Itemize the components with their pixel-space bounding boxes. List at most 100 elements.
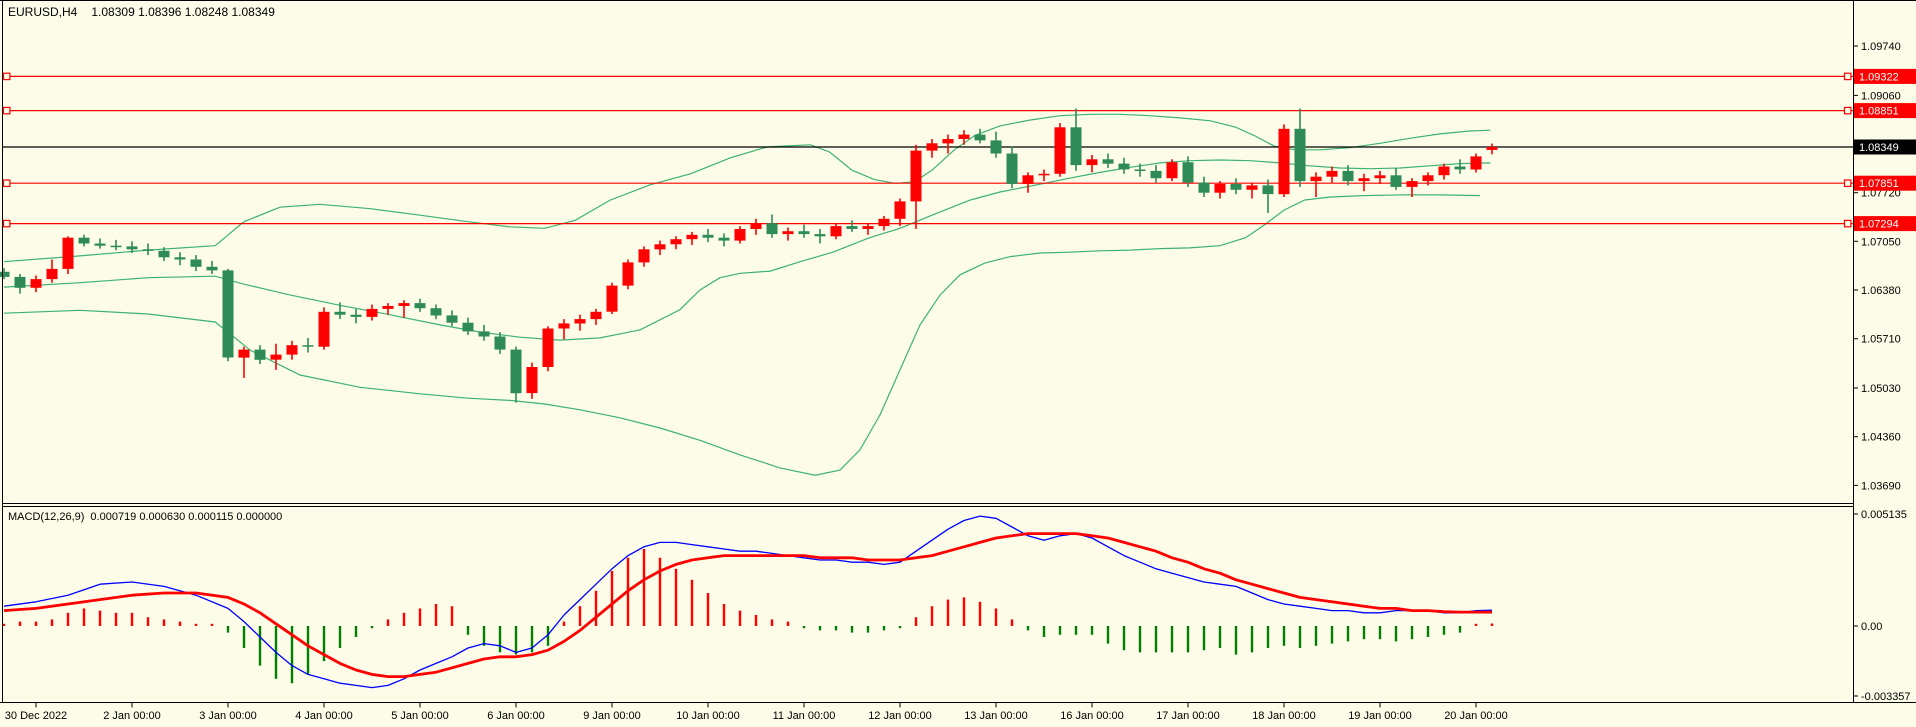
current-price-badge-text: 1.08349 bbox=[1859, 142, 1899, 154]
macd-axis[interactable]: 0.005135 0.00 -0.003357 bbox=[1853, 509, 1911, 703]
time-axis-label: 18 Jan 00:00 bbox=[1252, 710, 1316, 722]
candle-body bbox=[1007, 154, 1018, 185]
line-handle-marker[interactable] bbox=[4, 180, 10, 186]
price-axis-tick-label: 1.06380 bbox=[1861, 285, 1901, 297]
candle-body bbox=[847, 226, 858, 229]
candle-body bbox=[511, 350, 522, 394]
candle-body bbox=[1327, 171, 1338, 177]
candle-body bbox=[1103, 159, 1114, 163]
candle-body bbox=[127, 246, 138, 249]
candle-body bbox=[911, 151, 922, 202]
candle-body bbox=[1231, 184, 1242, 190]
price-axis-tick-label: 1.03690 bbox=[1861, 480, 1901, 492]
chart-canvas: 1.097401.090601.077201.070501.063801.057… bbox=[0, 0, 1916, 727]
candle-body bbox=[1071, 127, 1082, 165]
line-handle-marker[interactable] bbox=[1845, 180, 1851, 186]
macd-axis-tick-label: 0.00 bbox=[1861, 621, 1882, 633]
candle-body bbox=[1487, 147, 1498, 150]
candle-body bbox=[575, 319, 586, 323]
candle-body bbox=[383, 306, 394, 309]
candle-body bbox=[1183, 162, 1194, 182]
candle-body bbox=[543, 329, 554, 368]
candle-body bbox=[239, 350, 250, 358]
candle-body bbox=[143, 249, 154, 251]
price-axis-tick-label: 1.05030 bbox=[1861, 383, 1901, 395]
candle-body bbox=[1023, 175, 1034, 184]
candle-body bbox=[943, 139, 954, 143]
time-axis-label: 5 Jan 00:00 bbox=[391, 710, 449, 722]
line-handle-marker[interactable] bbox=[1845, 220, 1851, 226]
candle-body bbox=[335, 312, 346, 315]
candle-body bbox=[79, 238, 90, 244]
price-axis-tick-label: 1.05710 bbox=[1861, 334, 1901, 346]
time-axis-label: 6 Jan 00:00 bbox=[487, 710, 545, 722]
candle-body bbox=[255, 350, 266, 360]
time-axis-label: 17 Jan 00:00 bbox=[1156, 710, 1220, 722]
candle-body bbox=[1423, 175, 1434, 181]
candle-body bbox=[1471, 156, 1482, 169]
candle-body bbox=[399, 303, 410, 306]
candle-body bbox=[831, 226, 842, 236]
time-axis-label: 9 Jan 00:00 bbox=[583, 710, 641, 722]
macd-axis-tick-label: 0.005135 bbox=[1861, 509, 1907, 521]
candle-body bbox=[1087, 159, 1098, 165]
candle-body bbox=[223, 270, 234, 357]
time-axis[interactable]: 30 Dec 20222 Jan 00:003 Jan 00:004 Jan 0… bbox=[5, 703, 1508, 723]
candle-body bbox=[159, 251, 170, 257]
candle-body bbox=[351, 315, 362, 317]
line-price-badge-text: 1.07294 bbox=[1859, 219, 1899, 231]
candle-body bbox=[1167, 162, 1178, 178]
line-handle-marker[interactable] bbox=[4, 73, 10, 79]
time-axis-label: 11 Jan 00:00 bbox=[773, 710, 836, 722]
line-price-badge-text: 1.08851 bbox=[1859, 106, 1899, 118]
candle-body bbox=[1151, 171, 1162, 178]
candle-body bbox=[47, 269, 58, 279]
candle-body bbox=[1407, 181, 1418, 187]
candle-body bbox=[1359, 178, 1370, 181]
candle-body bbox=[799, 231, 810, 234]
candle-body bbox=[767, 223, 778, 234]
line-handle-marker[interactable] bbox=[1845, 107, 1851, 113]
candle-body bbox=[1263, 185, 1274, 194]
candle-body bbox=[1343, 171, 1354, 181]
candle-body bbox=[927, 143, 938, 150]
line-handle-marker[interactable] bbox=[4, 107, 10, 113]
time-axis-label: 13 Jan 00:00 bbox=[964, 710, 1028, 722]
candle-body bbox=[815, 234, 826, 236]
candle-body bbox=[191, 260, 202, 267]
price-axis-tick-label: 1.04360 bbox=[1861, 432, 1901, 444]
candle-body bbox=[527, 367, 538, 393]
candle-body bbox=[687, 235, 698, 239]
candle-body bbox=[607, 286, 618, 312]
candle-body bbox=[991, 140, 1002, 153]
time-axis-label: 30 Dec 2022 bbox=[5, 710, 67, 722]
candle-body bbox=[207, 267, 218, 271]
candle-body bbox=[623, 262, 634, 285]
time-axis-label: 12 Jan 00:00 bbox=[868, 710, 932, 722]
candle-body bbox=[751, 223, 762, 229]
candle-body bbox=[1391, 175, 1402, 187]
macd-indicator-layer[interactable] bbox=[4, 516, 1492, 688]
candle-body bbox=[591, 312, 602, 319]
time-axis-label: 4 Jan 00:00 bbox=[295, 710, 353, 722]
macd-main-line bbox=[4, 516, 1492, 688]
time-axis-label: 2 Jan 00:00 bbox=[103, 710, 161, 722]
candle-body bbox=[639, 249, 650, 262]
candle-body bbox=[1055, 127, 1066, 174]
candle-body bbox=[719, 238, 730, 241]
line-handle-marker[interactable] bbox=[1845, 73, 1851, 79]
candle-body bbox=[671, 239, 682, 244]
line-handle-marker[interactable] bbox=[4, 220, 10, 226]
candle-body bbox=[431, 308, 442, 315]
candle-body bbox=[703, 235, 714, 238]
candle-body bbox=[1439, 167, 1450, 176]
price-axis-tick-label: 1.09060 bbox=[1861, 90, 1901, 102]
candle-body bbox=[879, 219, 890, 226]
time-axis-label: 16 Jan 00:00 bbox=[1060, 710, 1124, 722]
candle-body bbox=[95, 244, 106, 246]
candle-body bbox=[111, 246, 122, 248]
macd-axis-tick-label: -0.003357 bbox=[1861, 691, 1911, 703]
price-axis-tick-label: 1.07050 bbox=[1861, 236, 1901, 248]
candle-body bbox=[1295, 129, 1306, 181]
candle-body bbox=[975, 135, 986, 141]
